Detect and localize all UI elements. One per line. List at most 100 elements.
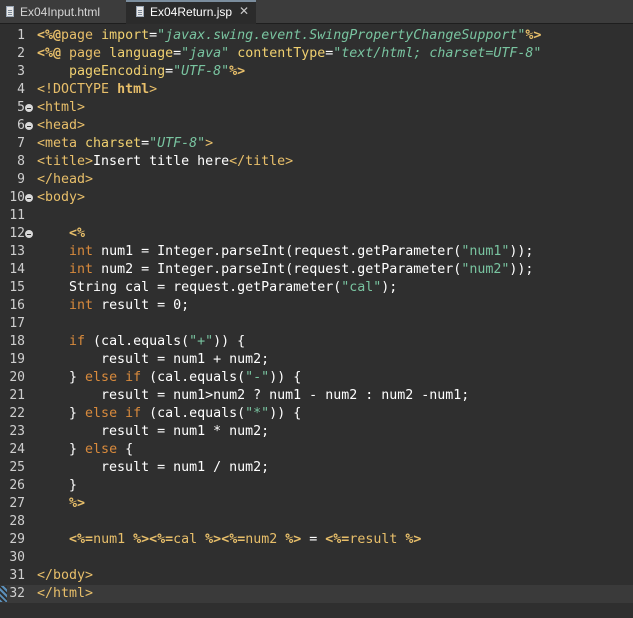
- code-token: result = num1 * num2;: [37, 424, 270, 439]
- code-line[interactable]: 21 result = num1>num2 ? num1 - num2 : nu…: [0, 387, 633, 405]
- tab-label: Ex04Input.html: [20, 5, 101, 19]
- html-file-icon: [6, 6, 14, 17]
- code-line[interactable]: 4 <!DOCTYPE html>: [0, 81, 633, 99]
- code-token: html: [117, 82, 150, 97]
- line-number: 29: [9, 532, 25, 547]
- line-number: 10: [9, 190, 25, 205]
- code-token: >: [205, 136, 214, 151]
- code-line[interactable]: 9 </head>: [0, 171, 633, 189]
- code-token: }: [37, 478, 78, 493]
- code-line[interactable]: 8 <title>Insert title here</title>: [0, 153, 633, 171]
- code-area[interactable]: 1 <%@page import="javax.swing.event.Swing…: [0, 24, 633, 618]
- code-token: "-": [245, 370, 270, 385]
- line-text: <html>: [37, 99, 85, 117]
- code-line[interactable]: 29 <%=num1 %><%=cal %><%=num2 %> = <%=re…: [0, 531, 633, 549]
- line-number: 28: [9, 514, 25, 529]
- code-line[interactable]: 32 </html>: [0, 585, 633, 603]
- code-line[interactable]: 5 <html>: [0, 99, 633, 117]
- code-token: =: [165, 64, 174, 79]
- code-line[interactable]: 19 result = num1 + num2;: [0, 351, 633, 369]
- code-token: result = num1 + num2;: [37, 352, 270, 367]
- code-line[interactable]: 6 <head>: [0, 117, 633, 135]
- code-token: else if: [85, 370, 142, 385]
- code-line[interactable]: 14 int num2 = Integer.parseInt(request.g…: [0, 261, 633, 279]
- code-line[interactable]: 7 <meta charset="UTF-8">: [0, 135, 633, 153]
- line-text: <body>: [37, 189, 85, 207]
- line-text: %>: [37, 495, 85, 513]
- code-token: page: [61, 28, 102, 43]
- line-number: 12: [9, 226, 25, 241]
- code-token: String cal = request.getParameter(: [37, 280, 342, 295]
- line-text: int num1 = Integer.parseInt(request.getP…: [37, 243, 533, 261]
- code-token: >: [149, 82, 158, 97]
- line-text: } else if (cal.equals("*")) {: [37, 405, 301, 423]
- code-token: (cal.equals(: [141, 370, 246, 385]
- line-text: }: [37, 477, 77, 495]
- code-line[interactable]: 17: [0, 315, 633, 333]
- collapse-fold-icon[interactable]: [25, 194, 33, 202]
- code-line[interactable]: 10 <body>: [0, 189, 633, 207]
- code-token: </head>: [37, 172, 94, 187]
- line-text: <head>: [37, 117, 85, 135]
- tab-ex04return-jsp[interactable]: Ex04Return.jsp ✕: [126, 0, 256, 24]
- line-text: } else if (cal.equals("-")) {: [37, 369, 301, 387]
- code-line[interactable]: 30: [0, 549, 633, 567]
- code-token: "javax.swing.event.SwingPropertyChangeSu…: [157, 28, 526, 43]
- code-token: =: [149, 28, 158, 43]
- code-token: cal: [173, 532, 206, 547]
- line-number: 27: [9, 496, 25, 511]
- code-line[interactable]: 28: [0, 513, 633, 531]
- collapse-fold-icon[interactable]: [25, 122, 33, 130]
- code-token: <%=: [325, 532, 350, 547]
- code-token: <title>: [37, 154, 94, 169]
- code-line[interactable]: 3 pageEncoding="UTF-8"%>: [0, 63, 633, 81]
- code-token: "text/html; charset=UTF-8": [333, 46, 542, 61]
- line-text: </head>: [37, 171, 93, 189]
- code-line[interactable]: 1 <%@page import="javax.swing.event.Swing…: [0, 27, 633, 45]
- line-number: 25: [9, 460, 25, 475]
- collapse-fold-icon[interactable]: [25, 104, 33, 112]
- code-token: language: [109, 46, 174, 61]
- code-line[interactable]: 24 } else {: [0, 441, 633, 459]
- code-token: }: [37, 406, 86, 421]
- tab-ex04input-html[interactable]: Ex04Input.html: [0, 0, 122, 24]
- line-number: 8: [17, 154, 25, 169]
- code-line[interactable]: 18 if (cal.equals("+")) {: [0, 333, 633, 351]
- code-line[interactable]: 25 result = num1 / num2;: [0, 459, 633, 477]
- code-token: "UTF-8": [173, 64, 230, 79]
- code-line[interactable]: 13 int num1 = Integer.parseInt(request.g…: [0, 243, 633, 261]
- code-line[interactable]: 31 </body>: [0, 567, 633, 585]
- code-token: num2: [245, 532, 286, 547]
- code-line[interactable]: 15 String cal = request.getParameter("ca…: [0, 279, 633, 297]
- code-line[interactable]: 12 <%: [0, 225, 633, 243]
- code-line[interactable]: 2 <%@ page language="java" contentType="t…: [0, 45, 633, 63]
- editor-tab-bar: Ex04Input.html Ex04Return.jsp ✕: [0, 0, 633, 24]
- code-line[interactable]: 16 int result = 0;: [0, 297, 633, 315]
- code-token: %>: [69, 496, 86, 511]
- close-icon[interactable]: ✕: [237, 4, 251, 18]
- code-line[interactable]: 27 %>: [0, 495, 633, 513]
- line-number: 16: [9, 298, 25, 313]
- line-text: result = num1 / num2;: [37, 459, 269, 477]
- code-line[interactable]: 26 }: [0, 477, 633, 495]
- code-token: (cal.equals(: [141, 406, 246, 421]
- code-token: "+": [189, 334, 214, 349]
- line-number: 31: [9, 568, 25, 583]
- tab-label: Ex04Return.jsp: [150, 5, 233, 19]
- code-token: int: [69, 262, 94, 277]
- code-token: );: [381, 280, 398, 295]
- line-number: 19: [9, 352, 25, 367]
- code-line[interactable]: 23 result = num1 * num2;: [0, 423, 633, 441]
- line-text: String cal = request.getParameter("cal")…: [37, 279, 397, 297]
- code-token: )) {: [269, 406, 302, 421]
- code-token: <!DOCTYPE: [37, 82, 118, 97]
- code-line[interactable]: 20 } else if (cal.equals("-")) {: [0, 369, 633, 387]
- code-line[interactable]: 22 } else if (cal.equals("*")) {: [0, 405, 633, 423]
- collapse-fold-icon[interactable]: [25, 230, 33, 238]
- line-text: </body>: [37, 567, 93, 585]
- code-line[interactable]: 11: [0, 207, 633, 225]
